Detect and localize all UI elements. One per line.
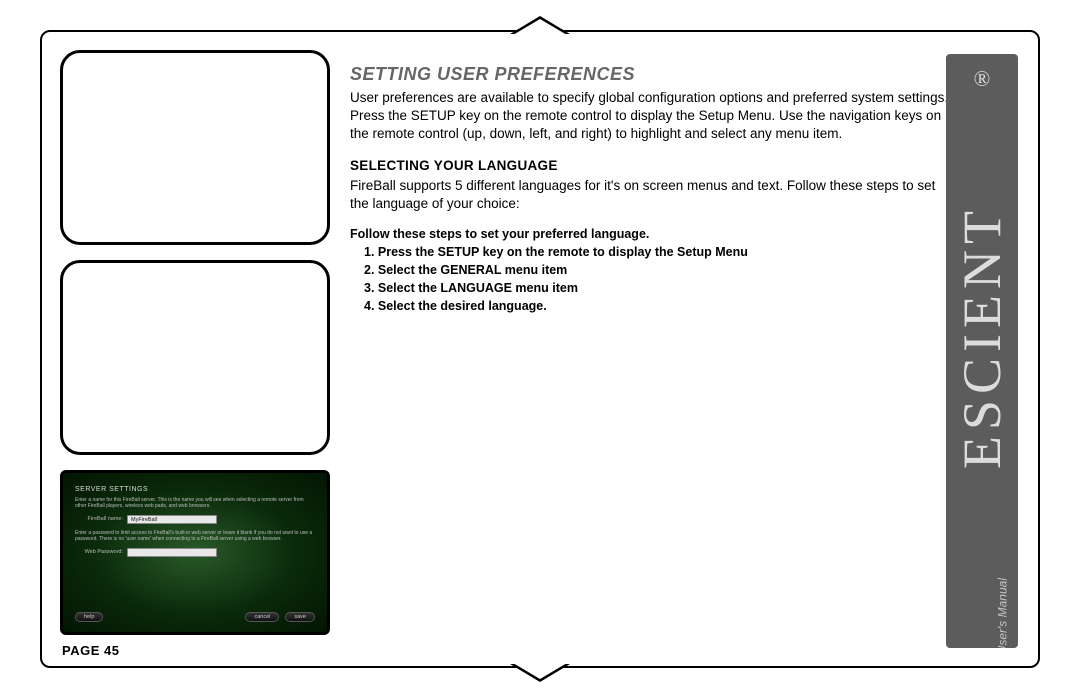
web-password-label: Web Password:	[75, 549, 123, 556]
page-number: PAGE 45	[62, 643, 119, 658]
steps-lead: Follow these steps to set your preferred…	[350, 227, 950, 241]
save-button[interactable]: save	[285, 612, 315, 622]
frame-notch-top-fill	[513, 19, 567, 35]
screenshot-desc-1: Enter a name for this FireBall server. T…	[75, 497, 315, 509]
image-placeholder-2	[60, 260, 330, 455]
image-placeholder-1	[60, 50, 330, 245]
screenshot-desc-2: Enter a password to limit access to Fire…	[75, 530, 315, 542]
brand-logo-text: ESCIENT	[951, 205, 1013, 469]
steps-list: 1. Press the SETUP key on the remote to …	[350, 243, 950, 316]
content-area: SERVER SETTINGS Enter a name for this Fi…	[60, 50, 960, 650]
screenshot-title: SERVER SETTINGS	[75, 485, 315, 494]
web-password-input[interactable]	[127, 548, 217, 557]
sidebar: ® ESCIENT FireBall™ ZP-1 User's Manual	[946, 54, 1018, 648]
left-column: SERVER SETTINGS Enter a name for this Fi…	[60, 50, 330, 650]
screenshot-body: SERVER SETTINGS Enter a name for this Fi…	[75, 485, 315, 557]
step-2: 2. Select the GENERAL menu item	[364, 261, 950, 279]
subheading-language: SELECTING YOUR LANGUAGE	[350, 158, 950, 173]
fireball-name-label: FireBall name:	[75, 516, 123, 523]
step-1: 1. Press the SETUP key on the remote to …	[364, 243, 950, 261]
intro-paragraph: User preferences are available to specif…	[350, 89, 950, 144]
cancel-button[interactable]: cancel	[245, 612, 279, 622]
sidebar-subtitle: FireBall™ ZP-1 User's Manual	[996, 578, 1010, 648]
help-button[interactable]: help	[75, 612, 103, 622]
step-4: 4. Select the desired language.	[364, 297, 950, 315]
frame-notch-bottom-fill	[513, 663, 567, 679]
screenshot-buttons: help cancel save	[75, 612, 315, 622]
server-settings-screenshot: SERVER SETTINGS Enter a name for this Fi…	[60, 470, 330, 635]
step-3: 3. Select the LANGUAGE menu item	[364, 279, 950, 297]
manual-page: SERVER SETTINGS Enter a name for this Fi…	[0, 0, 1080, 698]
fireball-name-input[interactable]: MyFireBall	[127, 515, 217, 524]
language-paragraph: FireBall supports 5 different languages …	[350, 177, 950, 213]
section-title: SETTING USER PREFERENCES	[350, 64, 950, 85]
right-column: SETTING USER PREFERENCES User preference…	[350, 50, 960, 650]
registered-mark: ®	[974, 66, 991, 92]
